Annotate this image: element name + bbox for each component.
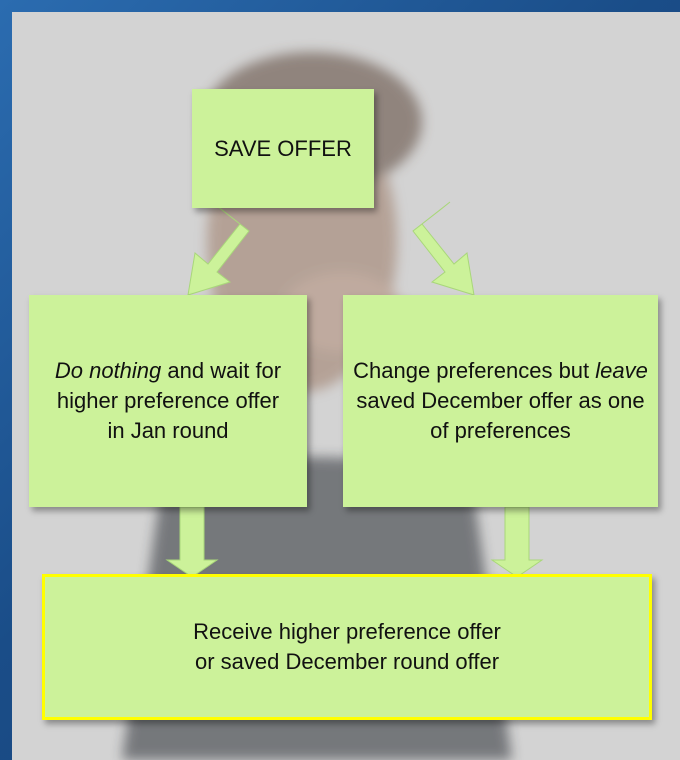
do-nothing-box: Do nothing and wait for higher preferenc… [29, 295, 307, 507]
result-box: Receive higher preference offer or saved… [42, 574, 652, 720]
save-offer-label: SAVE OFFER [214, 135, 352, 161]
arrow-top-to-left [187, 201, 250, 296]
change-preferences-box: Change preferences but leave saved Decem… [343, 295, 658, 507]
arrow-top-to-right [412, 201, 475, 296]
change-preferences-emphasis: leave [595, 358, 648, 383]
diagram-panel: SAVE OFFER Do nothing and wait for highe… [12, 12, 680, 760]
arrow-right-to-result [490, 506, 544, 578]
result-line-2: or saved December round offer [194, 649, 500, 674]
result-line-1: Receive higher preference offer [193, 619, 501, 644]
result-text: Receive higher preference offer or saved… [97, 617, 597, 677]
do-nothing-text: Do nothing and wait for higher preferenc… [48, 356, 288, 446]
save-offer-box: SAVE OFFER [192, 89, 374, 208]
change-preferences-lead: Change preferences but [353, 358, 596, 383]
arrow-left-to-result [165, 506, 219, 578]
change-preferences-text: Change preferences but leave saved Decem… [351, 356, 651, 446]
do-nothing-emphasis: Do nothing [54, 358, 162, 383]
change-preferences-rest: saved December offer as one of preferenc… [356, 388, 645, 443]
